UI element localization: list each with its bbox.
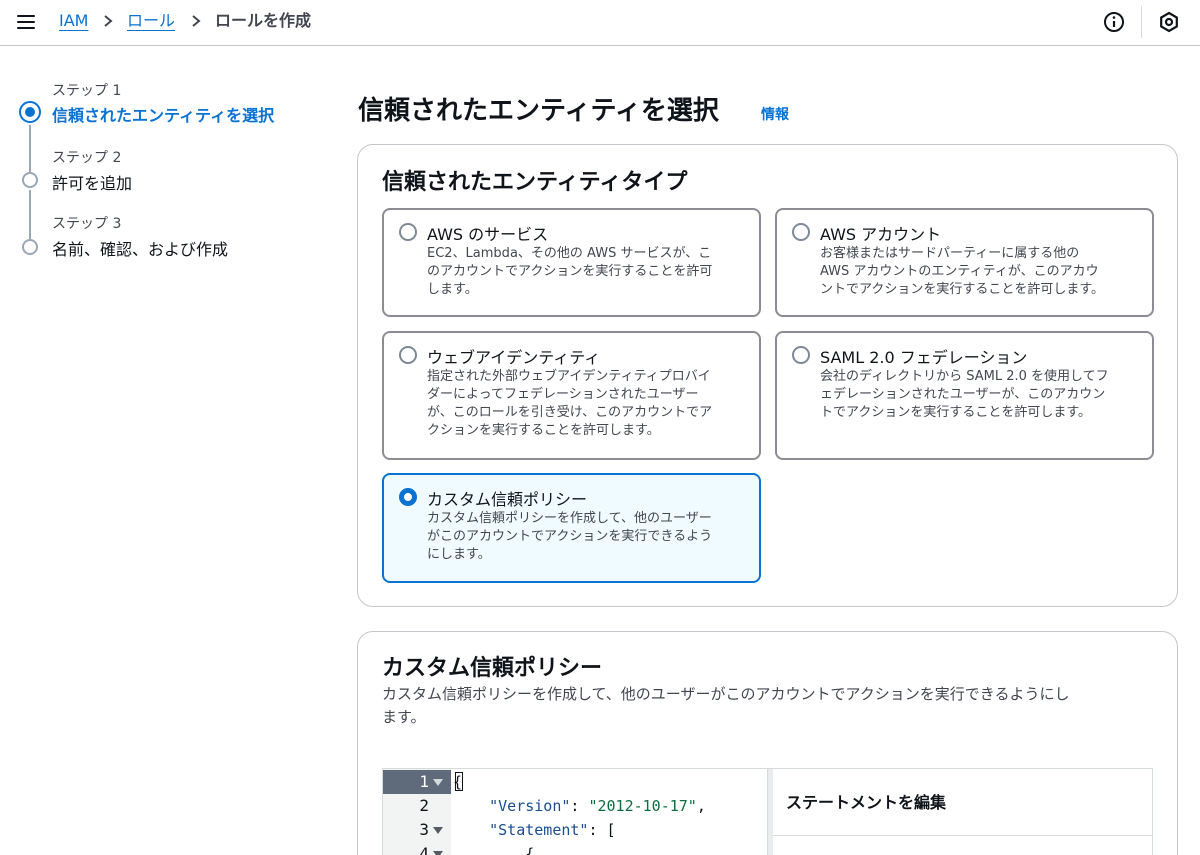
tile-title: SAML 2.0 フェデレーション — [820, 348, 1028, 367]
radio-aws-account[interactable] — [792, 223, 810, 241]
entity-type-heading: 信頼されたエンティティタイプ — [382, 170, 688, 195]
tile-custom-trust-policy[interactable]: カスタム信頼ポリシー カスタム信頼ポリシーを作成して、他のユーザー がこのアカウ… — [382, 473, 761, 583]
code-line-1: { — [453, 773, 463, 791]
toolbar-divider — [1141, 6, 1142, 38]
chevron-right-icon — [104, 15, 113, 27]
tile-title: AWS アカウント — [820, 225, 942, 244]
code-line-2: "Version": "2012-10-17", — [489, 797, 706, 815]
tile-web-identity[interactable]: ウェブアイデンティティ 指定された外部ウェブアイデンティティプロバイ ダーによっ… — [382, 331, 761, 460]
tile-title: カスタム信頼ポリシー — [427, 490, 588, 509]
step-connector — [29, 190, 31, 239]
step-connector — [29, 125, 31, 172]
tile-title: ウェブアイデンティティ — [427, 348, 601, 367]
step-1-indicator — [19, 101, 41, 123]
fold-arrow-icon[interactable] — [433, 827, 443, 834]
settings-hex-icon[interactable] — [1157, 10, 1181, 34]
breadcrumb-create-role: ロールを作成 — [215, 11, 312, 30]
line-number: 2 — [419, 796, 429, 815]
tile-saml-federation[interactable]: SAML 2.0 フェデレーション 会社のディレクトリから SAML 2.0 を… — [775, 331, 1154, 460]
policy-json-editor[interactable]: 1 2 3 4 { "Version": "2012-10-17", "Stat… — [382, 768, 1153, 855]
radio-web-identity[interactable] — [399, 346, 417, 364]
step-3-title: 名前、確認、および作成 — [52, 240, 229, 259]
code-line-4: { — [525, 845, 535, 855]
code-line-3: "Statement": [ — [489, 821, 616, 839]
radio-saml-federation[interactable] — [792, 346, 810, 364]
info-icon[interactable] — [1102, 10, 1126, 34]
tile-aws-service[interactable]: AWS のサービス EC2、Lambda、その他の AWS サービスが、こ のア… — [382, 208, 761, 317]
radio-aws-service[interactable] — [399, 223, 417, 241]
custom-policy-heading: カスタム信頼ポリシー — [382, 656, 603, 681]
breadcrumb-iam[interactable]: IAM — [59, 11, 88, 31]
tile-title: AWS のサービス — [427, 225, 549, 244]
step-3-indicator — [22, 239, 38, 255]
divider — [773, 835, 1152, 836]
page-title: 信頼されたエンティティを選択 — [358, 96, 719, 126]
tile-description: カスタム信頼ポリシーを作成して、他のユーザー がこのアカウントでアクションを実行… — [427, 511, 713, 562]
editor-split-handle[interactable] — [767, 769, 773, 855]
tile-description: お客様またはサードパーティーに属する他の AWS アカウントのエンティティが、こ… — [820, 246, 1105, 297]
chevron-right-icon — [192, 15, 201, 27]
line-number: 1 — [383, 770, 451, 794]
tile-aws-account[interactable]: AWS アカウント お客様またはサードパーティーに属する他の AWS アカウント… — [775, 208, 1154, 317]
top-navigation-bar: IAM ロール ロールを作成 — [0, 0, 1200, 46]
tile-description: 指定された外部ウェブアイデンティティプロバイ ダーによってフェデレーションされた… — [427, 369, 713, 438]
menu-icon[interactable] — [14, 10, 38, 34]
radio-custom-trust-policy[interactable] — [399, 488, 417, 506]
edit-statement-title: ステートメントを編集 — [786, 793, 947, 812]
step-2-title: 許可を追加 — [52, 174, 133, 193]
breadcrumb-roles[interactable]: ロール — [127, 11, 175, 31]
step-1-label: ステップ 1 — [52, 83, 122, 99]
line-number: 3 — [383, 818, 451, 842]
info-link[interactable]: 情報 — [761, 104, 789, 124]
line-gutter: 1 2 3 4 — [383, 769, 451, 855]
tile-description: 会社のディレクトリから SAML 2.0 を使用してフ ェデレーションされたユー… — [820, 369, 1109, 420]
custom-policy-description: カスタム信頼ポリシーを作成して、他のユーザーがこのアカウントでアクションを実行で… — [382, 685, 1070, 726]
fold-arrow-icon[interactable] — [433, 851, 443, 855]
step-2-label: ステップ 2 — [52, 150, 122, 166]
step-1-title[interactable]: 信頼されたエンティティを選択 — [52, 102, 274, 126]
step-3-label: ステップ 3 — [52, 216, 122, 232]
line-number: 4 — [383, 842, 451, 855]
tile-description: EC2、Lambda、その他の AWS サービスが、こ のアカウントでアクション… — [427, 246, 713, 297]
step-2-indicator — [22, 172, 38, 188]
fold-arrow-icon[interactable] — [433, 779, 443, 786]
